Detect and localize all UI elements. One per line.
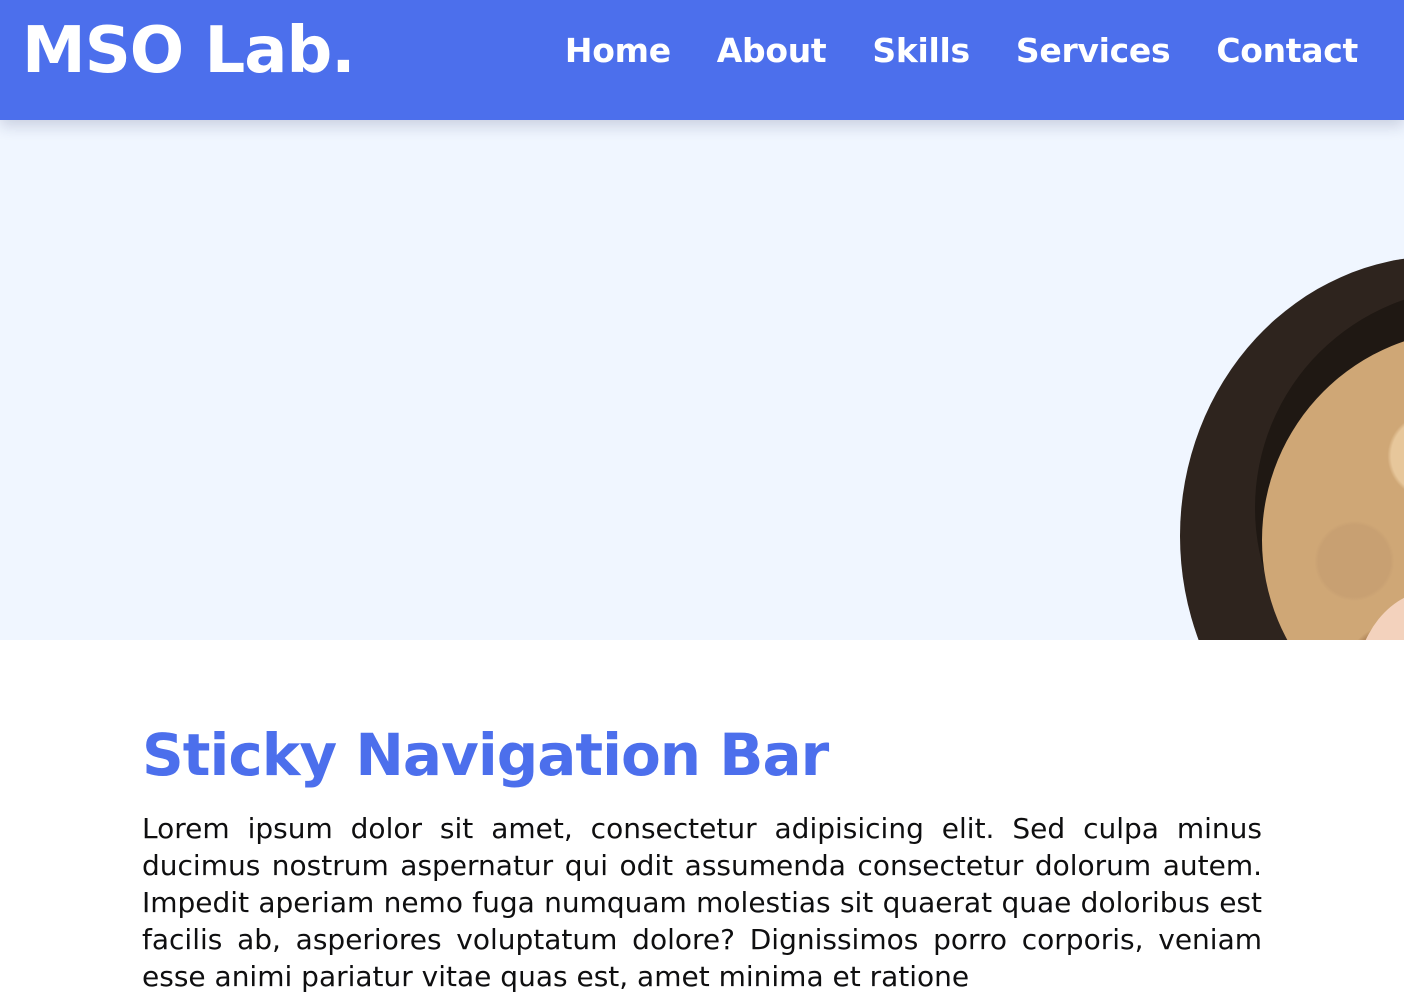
page-title: Sticky Navigation Bar bbox=[142, 721, 829, 789]
sticky-navbar: MSO Lab. Home About Skills Services Cont… bbox=[0, 0, 1404, 120]
nav-link-about[interactable]: About bbox=[717, 31, 827, 70]
main-content: Sticky Navigation Bar Lorem ipsum dolor … bbox=[142, 640, 1262, 995]
nav-menu: Home About Skills Services Contact bbox=[565, 0, 1358, 100]
site-logo[interactable]: MSO Lab. bbox=[22, 11, 356, 91]
nav-link-services[interactable]: Services bbox=[1016, 31, 1171, 70]
nav-link-contact[interactable]: Contact bbox=[1216, 31, 1358, 70]
hero-section bbox=[0, 120, 1404, 640]
nav-link-skills[interactable]: Skills bbox=[872, 31, 970, 70]
body-paragraph: Lorem ipsum dolor sit amet, consectetur … bbox=[142, 812, 1262, 993]
nav-link-home[interactable]: Home bbox=[565, 31, 671, 70]
